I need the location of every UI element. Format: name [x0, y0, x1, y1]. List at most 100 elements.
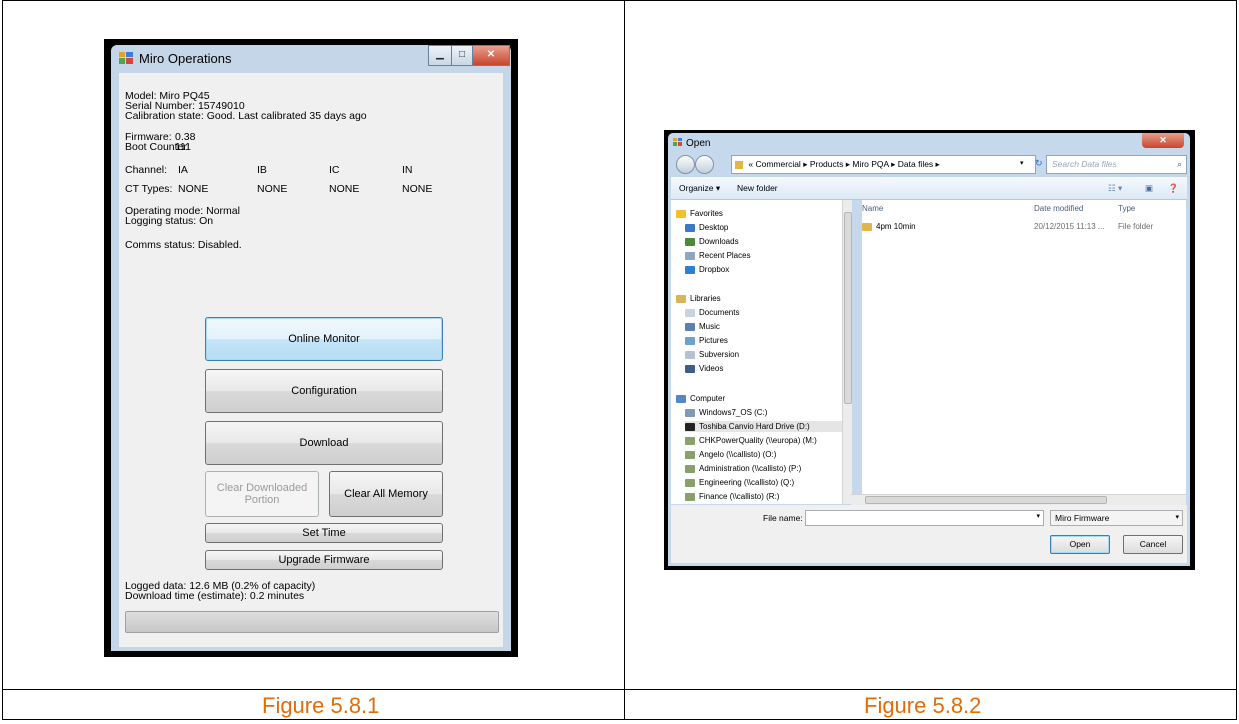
nav-item-drive-r[interactable]: Finance (\\callisto) (R:) [685, 491, 779, 502]
dropbox-icon [685, 265, 695, 274]
nav-item-subversion[interactable]: Subversion [685, 349, 739, 360]
pictures-icon [685, 336, 695, 345]
new-folder-button[interactable]: New folder [737, 177, 778, 199]
ct-type-ib: NONE [257, 183, 288, 195]
close-button[interactable]: ✕ [472, 45, 510, 66]
dialog-close-button[interactable]: ✕ [1142, 133, 1184, 148]
chevron-down-icon: ▾ [1175, 514, 1179, 521]
window-title: Miro Operations [139, 51, 232, 66]
configuration-button[interactable]: Configuration [205, 369, 443, 413]
cancel-button[interactable]: Cancel [1123, 535, 1183, 554]
online-monitor-button[interactable]: Online Monitor [205, 317, 443, 361]
ct-type-in: NONE [402, 183, 433, 195]
address-dropdown-icon[interactable]: ▾ [1020, 159, 1024, 167]
set-time-button[interactable]: Set Time [205, 523, 443, 543]
miro-client-area: Model: Miro PQ45 Serial Number: 15749010… [119, 73, 503, 647]
libraries-header[interactable]: Libraries [676, 293, 721, 304]
comms-status-text: Comms status: Disabled. [125, 239, 242, 251]
downloads-icon [685, 237, 695, 246]
folder-icon [862, 223, 872, 231]
drive-icon [685, 422, 695, 431]
music-icon [685, 322, 695, 331]
column-name[interactable]: Name [862, 204, 883, 213]
computer-header[interactable]: Computer [676, 393, 725, 404]
favorites-header[interactable]: Favorites [676, 208, 723, 219]
column-type[interactable]: Type [1118, 204, 1135, 213]
forward-button[interactable] [695, 155, 714, 174]
preview-pane-icon[interactable]: ▣ [1145, 177, 1153, 199]
nav-item-pictures[interactable]: Pictures [685, 335, 728, 346]
nav-item-recent-places[interactable]: Recent Places [685, 250, 751, 261]
view-options-icon[interactable]: ☷ ▾ [1108, 177, 1122, 199]
file-list-horizontal-scrollbar[interactable] [851, 494, 1186, 505]
app-icon [119, 52, 133, 64]
table-divider-horizontal [2, 689, 1236, 690]
nav-item-drive-o[interactable]: Angelo (\\callisto) (O:) [685, 449, 776, 460]
download-time-text: Download time (estimate): 0.2 minutes [125, 590, 305, 602]
computer-icon [676, 394, 686, 403]
ct-types-label: CT Types: [125, 183, 173, 195]
organize-button[interactable]: Organize ▾ [679, 177, 720, 199]
file-name-label: File name: [763, 513, 803, 523]
scrollbar-thumb[interactable] [844, 212, 852, 404]
nav-item-dropbox[interactable]: Dropbox [685, 264, 729, 275]
nav-item-drive-d[interactable]: Toshiba Canvio Hard Drive (D:) [685, 421, 851, 432]
search-input[interactable]: Search Data files ⌕ [1046, 155, 1187, 174]
file-type-filter[interactable]: Miro Firmware ▾ [1050, 510, 1183, 526]
channel-ic: IC [329, 164, 340, 176]
recent-places-icon [685, 251, 695, 260]
column-date-modified[interactable]: Date modified [1034, 204, 1083, 213]
ct-type-ic: NONE [329, 183, 360, 195]
scrollbar-thumb[interactable] [865, 496, 1107, 504]
desktop-icon [685, 223, 695, 232]
minimize-button[interactable]: ▁ [428, 45, 452, 66]
nav-item-drive-m[interactable]: CHKPowerQuality (\\europa) (M:) [685, 435, 817, 446]
list-item[interactable]: 4pm 10min 20/12/2015 11:13 ... File fold… [862, 220, 1182, 234]
download-button[interactable]: Download [205, 421, 443, 465]
nav-item-videos[interactable]: Videos [685, 363, 723, 374]
breadcrumb-commercial[interactable]: Commercial [755, 159, 800, 169]
clear-downloaded-label-line1: Clear Downloaded [216, 482, 308, 494]
breadcrumb-products[interactable]: Products [810, 159, 844, 169]
open-file-dialog: Open ✕ « Commercial ▸ Products ▸ Miro PQ… [664, 130, 1195, 570]
breadcrumb-root[interactable]: « [748, 159, 753, 169]
figure-caption-2: Figure 5.8.2 [864, 693, 982, 718]
dialog-title: Open [686, 138, 711, 149]
breadcrumb-data-files[interactable]: Data files [898, 159, 933, 169]
refresh-icon[interactable]: ↻ [1035, 158, 1043, 169]
network-drive-icon [685, 450, 695, 459]
file-name-input[interactable]: ▾ [805, 510, 1044, 526]
navigation-pane: Favorites Desktop Downloads Recent Place… [671, 200, 851, 504]
nav-item-drive-c[interactable]: Windows7_OS (C:) [685, 407, 767, 418]
videos-icon [685, 364, 695, 373]
nav-item-desktop[interactable]: Desktop [685, 222, 728, 233]
calibration-text: Calibration state: Good. Last calibrated… [125, 110, 367, 122]
breadcrumb-miro-pqa[interactable]: Miro PQA [852, 159, 888, 169]
help-icon[interactable]: ❓ [1168, 177, 1179, 199]
nav-item-documents[interactable]: Documents [685, 307, 739, 318]
address-bar[interactable]: « Commercial ▸ Products ▸ Miro PQA ▸ Dat… [731, 155, 1036, 174]
chevron-down-icon: ▾ [1036, 513, 1040, 520]
back-button[interactable] [676, 155, 695, 174]
nav-item-drive-q[interactable]: Engineering (\\callisto) (Q:) [685, 477, 794, 488]
miro-operations-window: Miro Operations ▁ □ ✕ Model: Miro PQ45 S… [104, 39, 518, 657]
ct-type-ia: NONE [178, 183, 209, 195]
network-drive-icon [685, 478, 695, 487]
search-icon: ⌕ [1177, 159, 1182, 169]
navigation-scrollbar[interactable] [842, 200, 852, 504]
documents-icon [685, 308, 695, 317]
maximize-button[interactable]: □ [451, 45, 473, 66]
nav-item-downloads[interactable]: Downloads [685, 236, 739, 247]
upgrade-firmware-button[interactable]: Upgrade Firmware [205, 550, 443, 570]
channel-ia: IA [178, 164, 188, 176]
libraries-icon [676, 294, 686, 303]
clear-downloaded-portion-button[interactable]: Clear Downloaded Portion [205, 471, 319, 517]
clear-all-memory-button[interactable]: Clear All Memory [329, 471, 443, 517]
open-button[interactable]: Open [1050, 535, 1110, 554]
nav-item-music[interactable]: Music [685, 321, 720, 332]
file-type: File folder [1118, 222, 1154, 231]
app-icon [673, 138, 682, 146]
dialog-toolbar: Organize ▾ New folder ☷ ▾ ▣ ❓ [671, 177, 1187, 200]
nav-item-drive-p[interactable]: Administration (\\callisto) (P:) [685, 463, 801, 474]
subversion-icon [685, 350, 695, 359]
